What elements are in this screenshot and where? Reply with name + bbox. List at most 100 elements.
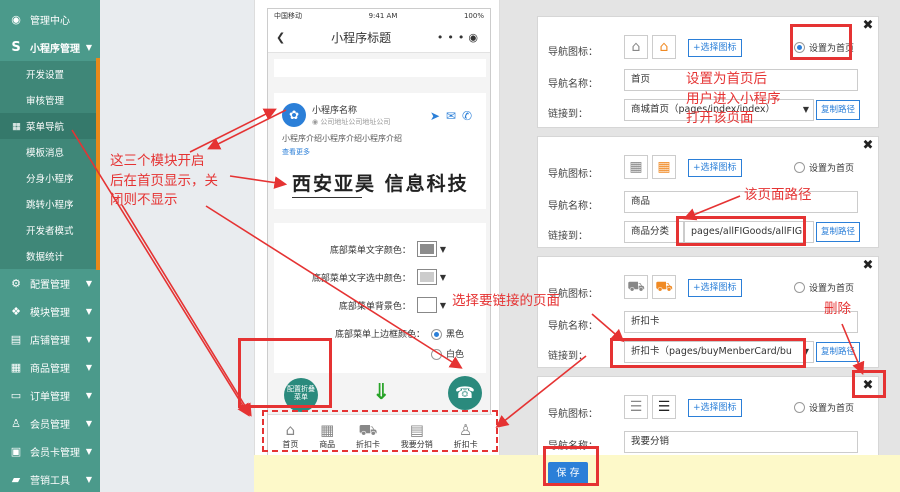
see-more-link[interactable]: 查看更多	[282, 147, 310, 157]
caret-down-icon[interactable]: ▼	[440, 245, 446, 254]
sidebar-item-miniapp[interactable]: S 小程序管理 ▼	[0, 33, 100, 61]
sidebar-subitem-menu-nav[interactable]: ▦ 菜单导航	[0, 113, 100, 139]
phone-call-icon[interactable]: ☎	[448, 376, 482, 410]
caret-down-icon[interactable]: ▼	[440, 273, 446, 282]
set-home-radio[interactable]: 设置为首页	[793, 281, 854, 294]
dashboard-icon: ◉	[11, 12, 21, 26]
top-blank-card	[274, 59, 486, 77]
close-icon[interactable]: ✖	[861, 259, 875, 273]
miniapp-icon: S	[11, 39, 21, 55]
field-label: 链接到：	[548, 109, 588, 120]
sidebar-item-admin-center[interactable]: ◉ 管理中心	[0, 5, 100, 33]
chevron-down-icon: ▼	[85, 306, 92, 316]
link-select[interactable]: 商品分类	[624, 221, 684, 243]
back-icon[interactable]: ❮	[276, 31, 285, 44]
annotation-page-path: 该页面路径	[744, 187, 812, 203]
option-label: 设置为首页	[808, 284, 854, 294]
radio-unchecked[interactable]	[793, 282, 805, 293]
annotation-choose-link: 选择要链接的页面	[452, 293, 560, 309]
field-label: 导航名称：	[548, 79, 598, 90]
cubes-icon: ❖	[11, 304, 21, 318]
sidebar-item-label: 菜单导航	[26, 122, 65, 133]
shop-address: ◉ 公司地址公司地址公司	[312, 118, 391, 126]
sidebar-item-label: 订单管理	[30, 391, 70, 403]
annotation-box-path	[676, 216, 806, 246]
sidebar-item-modules[interactable]: ❖ 模块管理 ▼	[0, 297, 100, 325]
annotation-box-tabbar	[262, 410, 498, 452]
card-icon: ▣	[10, 444, 22, 458]
chevron-down-icon: ▼	[85, 362, 92, 372]
battery-text: 100%	[463, 12, 484, 20]
close-icon[interactable]: ✖	[861, 139, 875, 153]
sidebar-subitem-dev-settings[interactable]: 开发设置	[0, 61, 100, 87]
field-label: 导航图标：	[548, 47, 598, 58]
caret-down-icon: ▼	[802, 105, 809, 114]
sidebar-subitem-statistics[interactable]: 数据统计	[0, 243, 100, 269]
set-home-radio[interactable]: 设置为首页	[793, 161, 854, 174]
color-row-label: 底部菜单文字选中颜色：	[311, 273, 411, 284]
sidebar-subitem-jump-app[interactable]: 跳转小程序	[0, 191, 100, 217]
sidebar-item-goods[interactable]: ▦ 商品管理 ▼	[0, 353, 100, 381]
sidebar-item-label: 跳转小程序	[26, 200, 74, 211]
copy-path-button[interactable]: 复制路径	[816, 222, 861, 242]
sidebar-item-label: 管理中心	[30, 15, 70, 27]
sidebar-item-store[interactable]: ▤ 店铺管理 ▼	[0, 325, 100, 353]
briefcase-icon: ▰	[11, 472, 21, 486]
radio-unchecked[interactable]	[793, 402, 805, 413]
set-home-radio[interactable]: 设置为首页	[793, 401, 854, 414]
icon-pair: ☰ ☰	[624, 395, 680, 419]
option-label: 设置为首页	[808, 404, 854, 414]
sidebar-item-label: 商品管理	[30, 363, 70, 375]
cart-active-icon: ⛟	[652, 275, 676, 299]
shop-intro: 小程序介绍小程序介绍小程序介绍	[282, 134, 402, 143]
nav-name-input[interactable]: 我要分销	[624, 431, 858, 453]
phone-title-bar: ❮ 小程序标题 •••◉	[268, 23, 490, 53]
sidebar-item-marketing[interactable]: ▰ 营销工具 ▼	[0, 465, 100, 492]
sidebar-item-config[interactable]: ⚙ 配置管理 ▼	[0, 269, 100, 297]
sidebar-subitem-clone-app[interactable]: 分身小程序	[0, 165, 100, 191]
choose-icon-button[interactable]: +选择图标	[688, 399, 742, 417]
selected-color-picker[interactable]	[416, 269, 437, 285]
sidebar-item-orders[interactable]: ▭ 订单管理 ▼	[0, 381, 100, 409]
field-label: 链接到：	[548, 231, 588, 242]
capsule-menu-icon[interactable]: •••◉	[437, 31, 482, 44]
sidebar-item-member-cards[interactable]: ▣ 会员卡管理 ▼	[0, 437, 100, 465]
radio-unchecked[interactable]	[793, 162, 805, 173]
nav-name-input[interactable]: 折扣卡	[624, 311, 858, 333]
text-color-picker[interactable]	[416, 241, 437, 257]
field-label: 导航名称：	[548, 201, 598, 212]
shop-action-icons[interactable]: ➤✉✆	[430, 109, 478, 123]
sidebar-subitem-review[interactable]: 审核管理	[0, 87, 100, 113]
sidebar-item-label: 分身小程序	[26, 174, 74, 185]
chevron-down-icon: ▼	[85, 390, 92, 400]
choose-icon-button[interactable]: +选择图标	[688, 159, 742, 177]
selected-text-color-row: 底部菜单文字选中颜色： ▼	[312, 269, 446, 285]
sidebar-subitem-template-msg[interactable]: 模板消息	[0, 139, 100, 165]
border-black-option[interactable]: 黑色	[430, 327, 464, 340]
nav-name-input[interactable]: 商品	[624, 191, 858, 213]
sidebar-subitem-dev-mode[interactable]: 开发者模式	[0, 217, 100, 243]
close-icon[interactable]: ✖	[861, 19, 875, 33]
option-label: 黑色	[445, 330, 464, 340]
sidebar-item-label: 模板消息	[26, 148, 65, 159]
annotation-set-home: 设置为首页后 用户进入小程序 打开该页面	[686, 71, 781, 127]
copy-path-button[interactable]: 复制路径	[816, 100, 861, 120]
background-color-picker[interactable]	[416, 297, 437, 313]
choose-icon-button[interactable]: +选择图标	[688, 279, 742, 297]
sidebar-item-label: 数据统计	[26, 252, 65, 263]
border-white-option[interactable]: 白色	[430, 347, 464, 360]
caret-down-icon[interactable]: ▼	[440, 301, 446, 310]
annotation-box-save	[543, 446, 599, 486]
field-label: 导航图标：	[548, 169, 598, 180]
sidebar-item-members[interactable]: ♙ 会员管理 ▼	[0, 409, 100, 437]
sidebar-item-label: 店铺管理	[30, 335, 70, 347]
sidebar-item-label: 模块管理	[30, 307, 70, 319]
choose-icon-button[interactable]: +选择图标	[688, 39, 742, 57]
sidebar-item-label: 配置管理	[30, 279, 70, 291]
copy-path-button[interactable]: 复制路径	[816, 342, 861, 362]
chevron-down-icon: ▼	[85, 42, 92, 52]
radio-unchecked[interactable]	[430, 349, 442, 360]
radio-checked[interactable]	[430, 329, 442, 340]
arrow-down-icon: ⇓	[372, 380, 391, 405]
carrier-text: 中国移动	[274, 12, 302, 20]
